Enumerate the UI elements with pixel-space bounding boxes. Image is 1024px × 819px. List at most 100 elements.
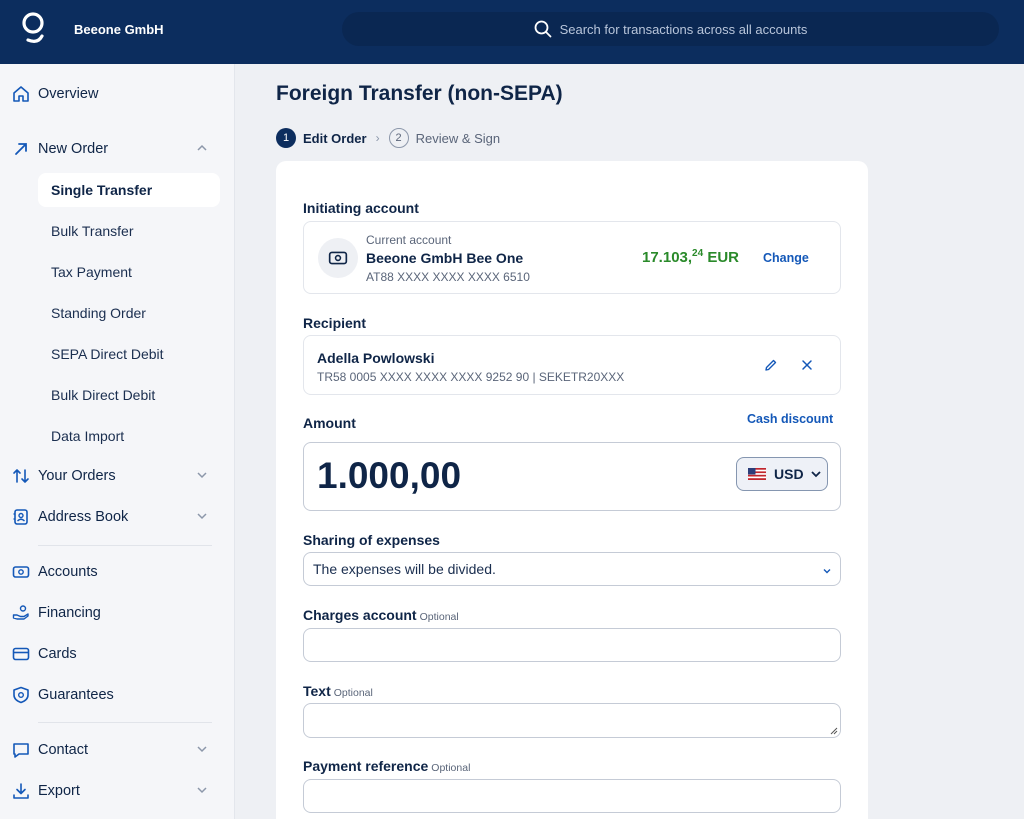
sidebar: Overview New Order Single Transfer Bulk … (0, 64, 235, 819)
us-flag-icon (748, 468, 766, 480)
sidebar-subitem-bulk-transfer[interactable]: Bulk Transfer (38, 214, 220, 248)
stepper: 1 Edit Order › 2 Review & Sign (276, 128, 500, 148)
pencil-icon[interactable] (764, 358, 778, 372)
sidebar-divider (38, 545, 212, 546)
chevron-down-icon[interactable] (196, 510, 208, 522)
sidebar-item-contact[interactable]: Contact (0, 730, 235, 770)
recipient-details: TR58 0005 XXXX XXXX XXXX 9252 90 | SEKET… (317, 370, 625, 384)
sidebar-item-overview[interactable]: Overview (0, 74, 235, 114)
charges-account-label: Charges account Optional (303, 607, 459, 623)
recipient-name: Adella Powlowski (317, 350, 435, 366)
text-label: Text Optional (303, 683, 373, 699)
step-label-edit-order[interactable]: Edit Order (303, 131, 367, 146)
chevron-up-icon[interactable] (196, 142, 208, 154)
recipient-label: Recipient (303, 315, 367, 331)
sidebar-item-new-order[interactable]: New Order (0, 129, 235, 169)
account-balance: 17.103,24 EUR (642, 248, 739, 266)
sidebar-item-accounts[interactable]: Accounts (0, 552, 235, 592)
text-textarea[interactable] (303, 703, 841, 738)
sidebar-subitem-data-import[interactable]: Data Import (38, 419, 220, 453)
sidebar-subitem-single-transfer[interactable]: Single Transfer (38, 173, 220, 207)
sidebar-item-label: Contact (38, 742, 88, 758)
step-label-review-sign[interactable]: Review & Sign (416, 131, 501, 146)
sharing-expenses-value: The expenses will be divided. (313, 561, 496, 577)
sidebar-subitem-tax-payment[interactable]: Tax Payment (38, 255, 220, 289)
company-name: Beeone GmbH (74, 22, 164, 37)
sidebar-item-label: Guarantees (38, 687, 114, 703)
sidebar-item-label: Export (38, 783, 80, 799)
page-title: Foreign Transfer (non-SEPA) (276, 82, 563, 105)
sidebar-item-label: Financing (38, 605, 101, 621)
arrows-up-down-icon (11, 466, 31, 486)
chevron-down-icon (823, 569, 831, 574)
chevron-down-icon[interactable] (196, 469, 208, 481)
sidebar-item-cards[interactable]: Cards (0, 634, 235, 674)
sidebar-divider (38, 722, 212, 723)
payment-reference-label-text: Payment reference (303, 758, 429, 774)
sidebar-item-label: New Order (38, 141, 109, 157)
account-name: Beeone GmbH Bee One (366, 250, 524, 266)
sidebar-item-your-orders[interactable]: Your Orders (0, 456, 235, 496)
optional-hint: Optional (333, 687, 373, 699)
close-icon[interactable] (800, 358, 814, 372)
amount-input[interactable]: 1.000,00 USD (303, 442, 841, 511)
sidebar-item-label: Overview (38, 86, 99, 102)
balance-main: 17.103, (642, 249, 693, 266)
sidebar-subitem-sepa-direct-debit[interactable]: SEPA Direct Debit (38, 337, 220, 371)
account-type: Current account (366, 233, 452, 247)
sidebar-item-label: Cards (38, 646, 77, 662)
search-input[interactable]: Search for transactions across all accou… (342, 12, 999, 46)
top-bar: Beeone GmbH Search for transactions acro… (0, 0, 1024, 64)
initiating-account-box: Current account Beeone GmbH Bee One AT88… (303, 221, 841, 294)
chat-bubble-icon (11, 740, 31, 760)
charges-account-input[interactable] (303, 628, 841, 662)
balance-cents: 24 (692, 248, 704, 259)
sharing-expenses-select[interactable]: The expenses will be divided. (303, 552, 841, 586)
change-account-button[interactable]: Change (763, 251, 809, 265)
sidebar-item-export[interactable]: Export (0, 771, 235, 811)
text-label-text: Text (303, 683, 331, 699)
sidebar-item-financing[interactable]: Financing (0, 593, 235, 633)
recipient-box: Adella Powlowski TR58 0005 XXXX XXXX XXX… (303, 335, 841, 395)
account-iban: AT88 XXXX XXXX XXXX 6510 (366, 270, 530, 284)
step-chevron-icon: › (375, 131, 380, 145)
payment-reference-input[interactable] (303, 779, 841, 813)
sidebar-item-guarantees[interactable]: Guarantees (0, 675, 235, 715)
payment-reference-label: Payment reference Optional (303, 758, 470, 774)
step-number-2: 2 (388, 128, 409, 148)
sidebar-subitem-bulk-direct-debit[interactable]: Bulk Direct Debit (38, 378, 220, 412)
currency-value: USD (774, 466, 804, 482)
optional-hint: Optional (431, 762, 471, 774)
address-book-icon (11, 507, 31, 527)
sidebar-item-label: Your Orders (38, 468, 116, 484)
currency-select[interactable]: USD (736, 457, 828, 491)
banknote-icon (11, 562, 31, 582)
sidebar-subitem-standing-order[interactable]: Standing Order (38, 296, 220, 330)
charges-account-label-text: Charges account (303, 607, 417, 623)
initiating-account-label: Initiating account (303, 200, 419, 216)
chevron-down-icon (810, 471, 821, 478)
hand-coins-icon (11, 603, 31, 623)
amount-label: Amount (303, 415, 356, 431)
download-icon (11, 781, 31, 801)
credit-card-icon (11, 644, 31, 664)
balance-currency: EUR (703, 249, 740, 266)
amount-value: 1.000,00 (317, 455, 462, 496)
chevron-down-icon[interactable] (196, 743, 208, 755)
step-number-1: 1 (276, 128, 296, 148)
beeone-logo[interactable] (20, 10, 48, 50)
search-placeholder: Search for transactions across all accou… (559, 21, 808, 37)
sidebar-item-label: Address Book (38, 509, 129, 525)
arrow-up-right-icon (11, 139, 31, 159)
optional-hint: Optional (419, 611, 459, 623)
sidebar-item-label: Accounts (38, 564, 98, 580)
shield-icon (11, 685, 31, 705)
sidebar-item-address-book[interactable]: Address Book (0, 497, 235, 537)
chevron-down-icon[interactable] (196, 784, 208, 796)
search-icon (534, 20, 551, 38)
sharing-expenses-label: Sharing of expenses (303, 532, 440, 548)
cash-discount-link[interactable]: Cash discount (747, 412, 833, 426)
banknote-icon (318, 238, 358, 278)
resize-handle-icon[interactable] (829, 726, 838, 735)
home-icon (11, 84, 31, 104)
